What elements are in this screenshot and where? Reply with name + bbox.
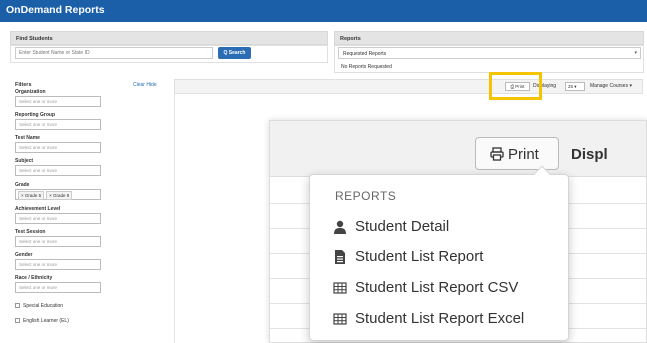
filters-sidebar: Filters Clear Hide Organization Select o… <box>15 82 175 343</box>
student-search-input[interactable] <box>15 47 213 59</box>
filter-label-test-name: Test Name <box>15 135 40 141</box>
reports-dropdown-menu: REPORTS Student Detail Student List Repo… <box>309 174 569 341</box>
file-icon <box>333 250 347 264</box>
special-education-checkbox[interactable]: Special Education <box>15 303 63 309</box>
grade-select[interactable]: × Grade 5 × Grade 8 <box>15 189 101 200</box>
print-highlight-callout <box>489 72 542 100</box>
test-session-select[interactable]: Select one or more <box>15 236 101 247</box>
find-students-title: Find Students <box>16 36 53 42</box>
search-button[interactable]: Q Search <box>218 47 251 59</box>
menu-item-label: Student List Report CSV <box>355 279 519 296</box>
filter-label-test-session: Test Session <box>15 229 46 235</box>
reporting-group-select[interactable]: Select one or more <box>15 119 101 130</box>
menu-item-student-list-report[interactable]: Student List Report <box>333 247 563 269</box>
organization-select[interactable]: Select one or more <box>15 96 101 107</box>
english-learner-checkbox[interactable]: English Learner (EL) <box>15 318 69 324</box>
reports-menu-title: REPORTS <box>335 189 397 203</box>
filter-label-reporting-group: Reporting Group <box>15 112 55 118</box>
menu-item-student-detail[interactable]: Student Detail <box>333 217 563 239</box>
gender-select[interactable]: Select one or more <box>15 259 101 270</box>
filter-label-gender: Gender <box>15 252 33 258</box>
reports-header: Reports <box>334 31 644 45</box>
menu-item-student-list-report-excel[interactable]: Student List Report Excel <box>333 309 563 331</box>
zoomed-toolbar: Print Displ <box>270 121 646 177</box>
per-page-select[interactable]: 25 ▾ <box>565 82 585 91</box>
zoomed-print-button[interactable]: Print <box>475 137 559 170</box>
filter-label-subject: Subject <box>15 158 34 164</box>
reports-title: Reports <box>340 36 361 42</box>
filter-label-grade: Grade <box>15 182 30 188</box>
filter-label-race-ethnicity: Race / Ethnicity <box>15 275 53 281</box>
zoomed-print-label: Print <box>508 146 539 163</box>
filter-label-organization: Organization <box>15 89 46 95</box>
reports-status: No Reports Requested <box>341 64 392 70</box>
menu-item-label: Student List Report <box>355 248 484 265</box>
user-icon <box>333 220 347 234</box>
race-ethnicity-select[interactable]: Select one or more <box>15 282 101 293</box>
english-learner-label: English Learner (EL) <box>23 318 69 324</box>
checkbox-icon <box>15 318 20 324</box>
filters-title: Filters <box>15 82 32 88</box>
clear-hide-link[interactable]: Clear Hide <box>133 82 157 88</box>
subject-select[interactable]: Select one or more <box>15 165 101 176</box>
menu-item-student-list-report-csv[interactable]: Student List Report CSV <box>333 278 563 300</box>
chevron-down-icon: ▾ <box>634 50 637 56</box>
app-header: OnDemand Reports <box>0 0 647 22</box>
manage-courses-dropdown[interactable]: Manage Courses ▾ <box>590 83 632 89</box>
find-students-header: Find Students <box>10 31 328 45</box>
zoomed-display-label: Displ <box>571 146 608 163</box>
achievement-level-select[interactable]: Select one or more <box>15 213 101 224</box>
grade-chip[interactable]: × Grade 8 <box>46 191 73 200</box>
requested-reports-value: Requested Reports <box>343 51 387 57</box>
requested-reports-select[interactable]: Requested Reports ▾ <box>338 47 641 59</box>
printer-icon <box>490 147 504 165</box>
checkbox-icon <box>15 303 20 309</box>
app-title: OnDemand Reports <box>6 4 105 16</box>
menu-item-label: Student List Report Excel <box>355 310 525 327</box>
filter-label-achievement-level: Achievement Level <box>15 206 61 212</box>
table-icon <box>333 281 347 295</box>
special-education-label: Special Education <box>23 303 64 309</box>
test-name-select[interactable]: Select one or more <box>15 142 101 153</box>
table-icon <box>333 312 347 326</box>
menu-item-label: Student Detail <box>355 218 450 235</box>
grade-chip[interactable]: × Grade 5 <box>18 191 45 200</box>
